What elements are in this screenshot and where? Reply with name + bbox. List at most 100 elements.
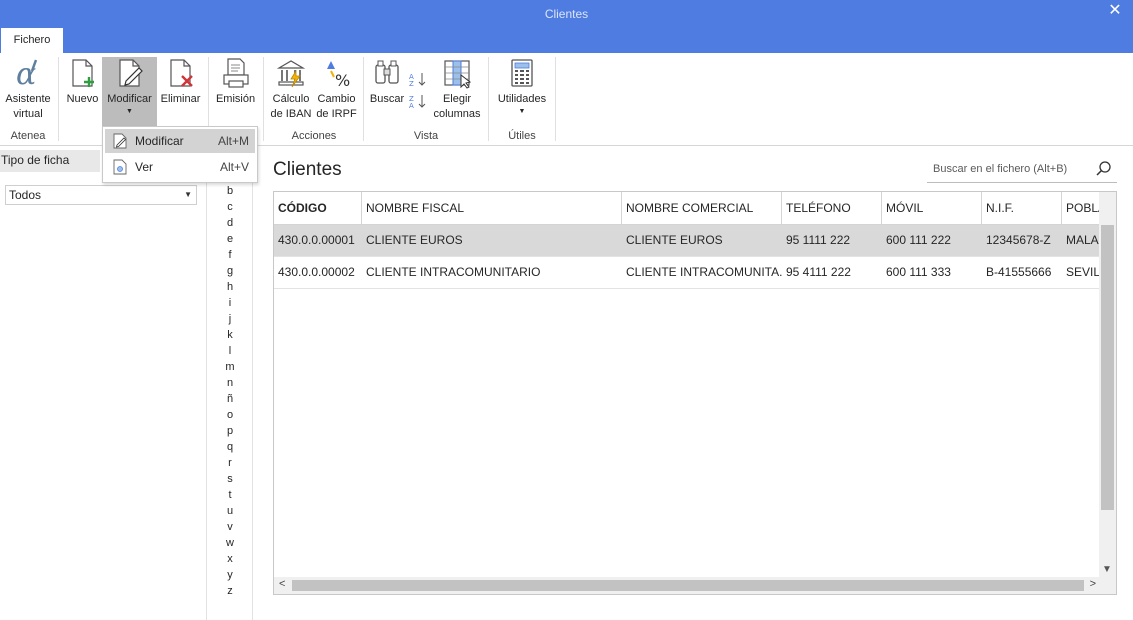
search-placeholder: Buscar en el fichero (Alt+B) bbox=[933, 163, 1068, 175]
alphabet-letter[interactable]: f bbox=[207, 249, 253, 261]
filter-panel: Tipo de ficha Todos ▼ bbox=[0, 147, 206, 620]
menu-item-label: Modificar bbox=[135, 134, 184, 148]
column-header-nombre-comercial[interactable]: NOMBRE COMERCIAL bbox=[622, 192, 782, 225]
alphabet-letter[interactable]: h bbox=[207, 281, 253, 293]
cell-nif: B-41555666 bbox=[986, 265, 1052, 279]
cell-nif: 12345678-Z bbox=[986, 233, 1051, 247]
alphabet-letter[interactable]: l bbox=[207, 345, 253, 357]
sort-ascending-icon[interactable]: A Z bbox=[409, 71, 427, 87]
tab-fichero[interactable]: Fichero bbox=[1, 28, 63, 53]
alphabet-letter[interactable]: k bbox=[207, 329, 253, 341]
nuevo-button[interactable]: Nuevo bbox=[64, 57, 101, 127]
svg-text:Z: Z bbox=[409, 80, 414, 87]
ribbon-separator bbox=[363, 57, 364, 141]
cell-movil: 600 111 333 bbox=[886, 265, 951, 279]
tipo-ficha-header: Tipo de ficha bbox=[0, 150, 100, 172]
chevron-down-icon[interactable]: ▼ bbox=[1102, 564, 1112, 575]
column-header-nif[interactable]: N.I.F. bbox=[982, 192, 1062, 225]
alphabet-letter[interactable]: i bbox=[207, 297, 253, 309]
edit-document-icon bbox=[113, 133, 127, 149]
title-bar: Clientes ✕ bbox=[0, 0, 1133, 28]
cambio-irpf-button[interactable]: % Cambio de IRPF bbox=[314, 57, 359, 127]
column-header-codigo[interactable]: CÓDIGO bbox=[274, 192, 362, 225]
percent-change-icon: % bbox=[326, 61, 350, 89]
alphabet-letter[interactable]: c bbox=[207, 201, 253, 213]
elegir-label-1: Elegir bbox=[442, 93, 472, 105]
table-row[interactable]: 430.0.0.00001 CLIENTE EUROS CLIENTE EURO… bbox=[274, 225, 1100, 257]
alphabet-letter[interactable]: q bbox=[207, 441, 253, 453]
alphabet-letter[interactable]: x bbox=[207, 553, 253, 565]
column-header-nombre-fiscal[interactable]: NOMBRE FISCAL bbox=[362, 192, 622, 225]
alphabet-letter[interactable]: v bbox=[207, 521, 253, 533]
alphabet-letter[interactable]: s bbox=[207, 473, 253, 485]
cell-telefono: 95 4111 222 bbox=[786, 265, 851, 279]
alphabet-letter[interactable]: ñ bbox=[207, 393, 253, 405]
nuevo-label: Nuevo bbox=[66, 93, 99, 105]
horizontal-scrollbar[interactable]: < > bbox=[274, 577, 1100, 594]
asistente-virtual-button[interactable]: α Asistente virtual bbox=[2, 57, 54, 127]
alphabet-letter[interactable]: n bbox=[207, 377, 253, 389]
asistente-label-1: Asistente bbox=[5, 93, 51, 105]
calculo-label-1: Cálculo bbox=[272, 93, 310, 105]
menu-item-label: Ver bbox=[135, 160, 154, 174]
chevron-left-icon[interactable]: < bbox=[279, 578, 285, 590]
modificar-label: Modificar bbox=[107, 93, 152, 105]
cambio-label-2: de IRPF bbox=[316, 108, 357, 120]
alphabet-letter[interactable]: o bbox=[207, 409, 253, 421]
page-title: Clientes bbox=[273, 159, 342, 180]
alphabet-letter[interactable]: j bbox=[207, 313, 253, 325]
chevron-right-icon[interactable]: > bbox=[1090, 578, 1096, 590]
alphabet-letter[interactable]: m bbox=[207, 361, 253, 373]
window-title: Clientes bbox=[544, 7, 589, 21]
vertical-scroll-thumb[interactable] bbox=[1101, 225, 1114, 510]
search-input[interactable]: Buscar en el fichero (Alt+B) bbox=[927, 157, 1117, 183]
calculo-iban-button[interactable]: Cálculo de IBAN bbox=[268, 57, 314, 127]
menu-item-modificar[interactable]: Modificar Alt+M bbox=[105, 129, 255, 153]
calculator-icon bbox=[511, 59, 533, 87]
ribbon-separator bbox=[555, 57, 556, 141]
elegir-columnas-button[interactable]: Elegir columnas bbox=[430, 57, 484, 127]
buscar-button[interactable]: Buscar bbox=[368, 57, 406, 127]
alphabet-letter[interactable]: t bbox=[207, 489, 253, 501]
cell-movil: 600 111 222 bbox=[886, 233, 951, 247]
chevron-down-icon: ▼ bbox=[184, 190, 192, 199]
column-header-telefono[interactable]: TELÉFONO bbox=[782, 192, 882, 225]
utilidades-button[interactable]: Utilidades ▼ bbox=[493, 57, 551, 129]
columns-icon bbox=[444, 60, 472, 89]
alphabet-letter[interactable]: p bbox=[207, 425, 253, 437]
modificar-button[interactable]: Modificar ▼ bbox=[102, 57, 157, 129]
bank-icon bbox=[276, 60, 306, 88]
alphabet-letter[interactable]: r bbox=[207, 457, 253, 469]
cell-nombre-fiscal: CLIENTE INTRACOMUNITARIO bbox=[366, 265, 541, 279]
alphabet-letter[interactable]: y bbox=[207, 569, 253, 581]
asistente-label-2: virtual bbox=[13, 108, 43, 120]
table-row[interactable]: 430.0.0.00002 CLIENTE INTRACOMUNITARIO C… bbox=[274, 257, 1100, 289]
alphabet-letter[interactable]: z bbox=[207, 585, 253, 597]
close-icon[interactable]: ✕ bbox=[1105, 2, 1125, 22]
alphabet-letter[interactable]: e bbox=[207, 233, 253, 245]
emision-button[interactable]: Emisión bbox=[213, 57, 258, 127]
alphabet-letter[interactable]: g bbox=[207, 265, 253, 277]
cell-codigo: 430.0.0.00001 bbox=[278, 233, 355, 247]
vertical-scrollbar[interactable]: ▼ bbox=[1099, 192, 1116, 577]
ribbon-separator bbox=[488, 57, 489, 141]
sort-descending-icon[interactable]: Z A bbox=[409, 93, 427, 109]
horizontal-scroll-thumb[interactable] bbox=[292, 580, 1084, 591]
clients-table: CÓDIGO NOMBRE FISCAL NOMBRE COMERCIAL TE… bbox=[273, 191, 1117, 595]
menu-item-ver[interactable]: Ver Alt+V bbox=[105, 155, 255, 179]
alphabet-letter[interactable]: u bbox=[207, 505, 253, 517]
edit-document-icon bbox=[118, 59, 143, 87]
chevron-down-icon: ▼ bbox=[518, 108, 526, 115]
alphabet-letter[interactable]: d bbox=[207, 217, 253, 229]
column-header-movil[interactable]: MÓVIL bbox=[882, 192, 982, 225]
alphabet-letter[interactable]: b bbox=[207, 185, 253, 197]
group-atenea-label: Atenea bbox=[10, 130, 46, 142]
search-icon[interactable] bbox=[1095, 160, 1113, 178]
eliminar-button[interactable]: Eliminar bbox=[158, 57, 203, 127]
group-vista-label: Vista bbox=[413, 130, 439, 142]
alphabet-letter[interactable]: w bbox=[207, 537, 253, 549]
column-header-poblacion[interactable]: POBLA bbox=[1062, 192, 1100, 225]
svg-text:α: α bbox=[16, 57, 36, 89]
tipo-ficha-select[interactable]: Todos ▼ bbox=[5, 185, 197, 205]
menu-item-shortcut: Alt+M bbox=[217, 134, 249, 148]
